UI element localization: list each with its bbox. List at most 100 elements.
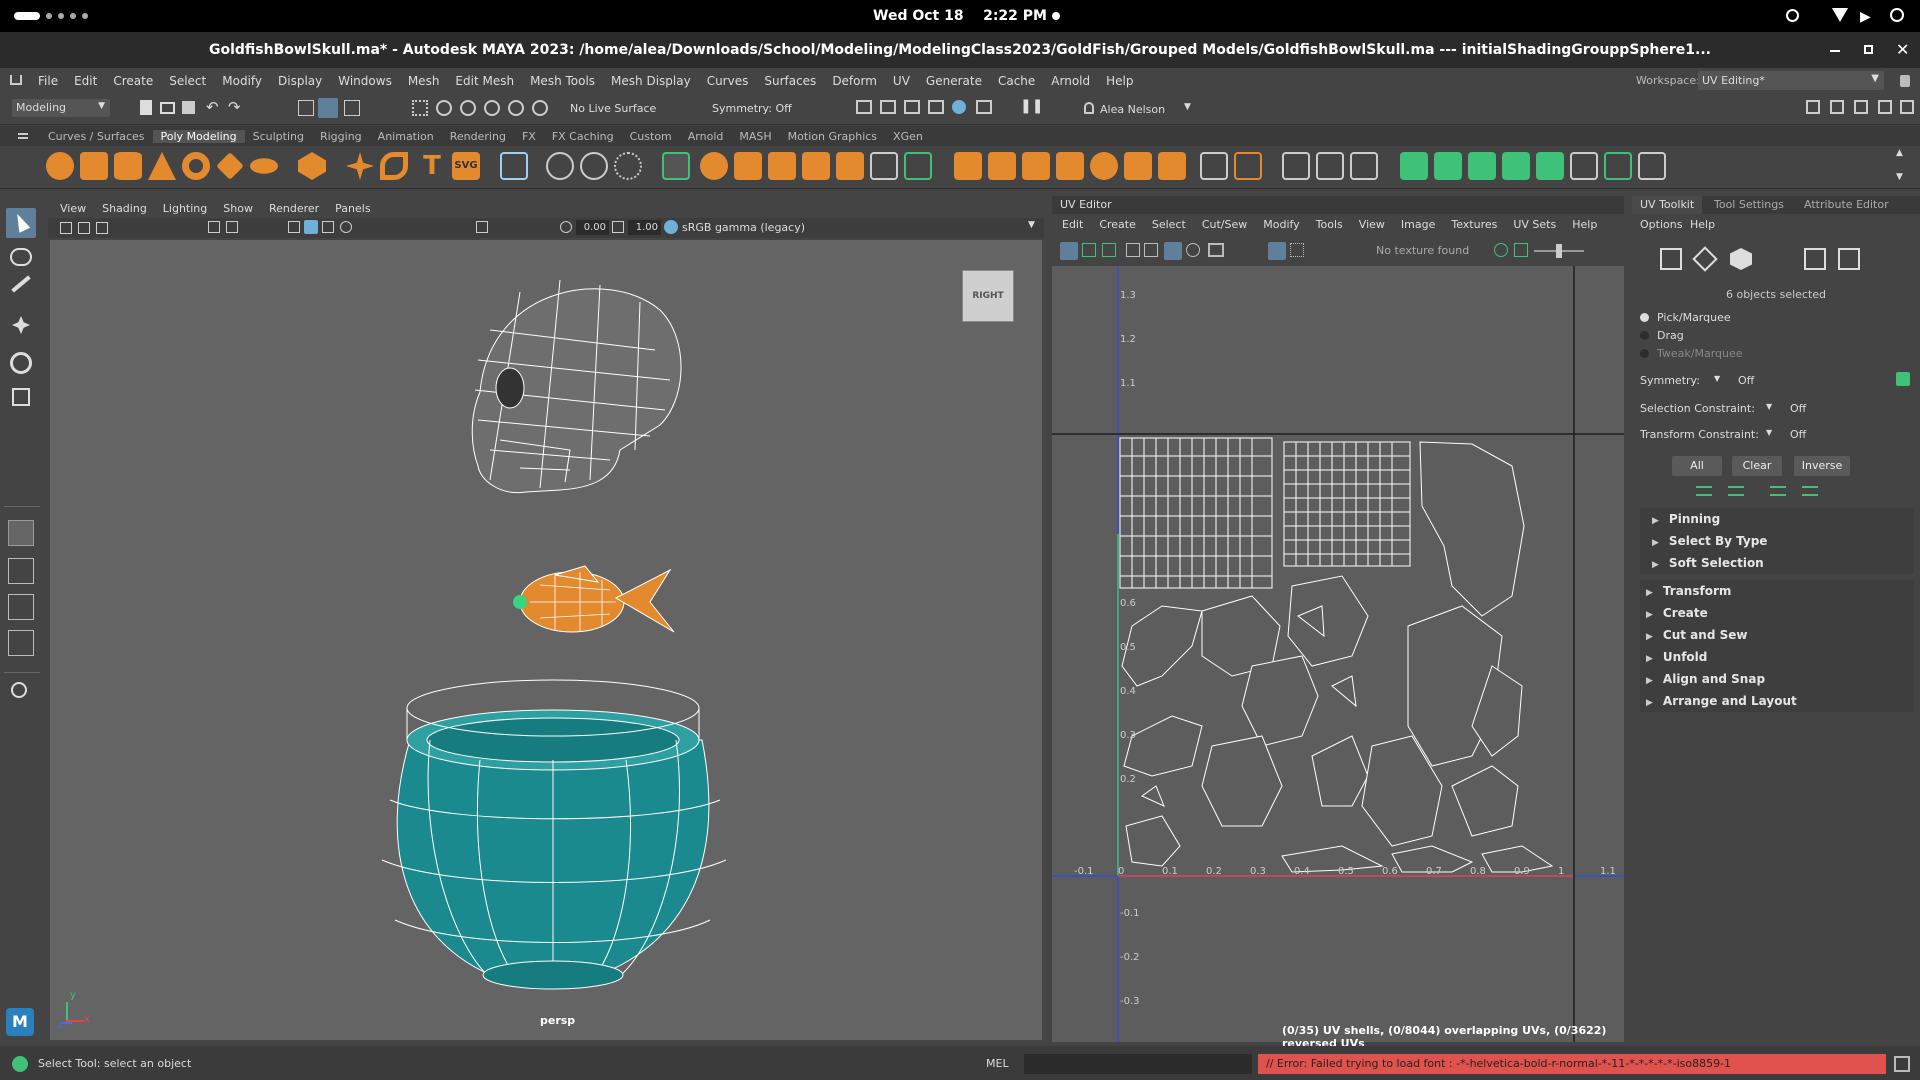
clear-selection-button[interactable]: Clear: [1732, 456, 1782, 476]
arnold-render-icon[interactable]: [976, 100, 992, 114]
paint-icon[interactable]: [1282, 152, 1310, 180]
radio-drag[interactable]: Drag: [1632, 326, 1920, 344]
select-component-icon[interactable]: [344, 100, 360, 116]
snap-curve-icon[interactable]: [436, 100, 452, 116]
quadrangulate-icon[interactable]: [1468, 152, 1496, 180]
render-sequence-icon[interactable]: [880, 100, 896, 114]
vp-menu-lighting[interactable]: Lighting: [155, 202, 215, 215]
modeling-toolkit-icon[interactable]: [1806, 100, 1820, 114]
shelf-tab-arnold[interactable]: Arnold: [680, 130, 732, 143]
menu-help[interactable]: Help: [1098, 74, 1141, 88]
grid-toggle-icon[interactable]: [208, 221, 220, 233]
vp-menu-shading[interactable]: Shading: [94, 202, 155, 215]
section-cut-and-sew[interactable]: Cut and Sew: [1640, 624, 1914, 646]
shelf-tab-rendering[interactable]: Rendering: [442, 130, 514, 143]
radio-pick-marquee[interactable]: Pick/Marquee: [1632, 308, 1920, 326]
slide-edge-icon[interactable]: [1350, 152, 1378, 180]
retopologize-icon[interactable]: [1536, 152, 1564, 180]
menu-mesh-display[interactable]: Mesh Display: [603, 74, 699, 88]
uv-menu-help[interactable]: Help: [1564, 218, 1605, 231]
bevel-icon[interactable]: [802, 152, 830, 180]
new-scene-icon[interactable]: [140, 100, 152, 115]
snap-surface-icon[interactable]: [508, 100, 524, 116]
vp-menu-show[interactable]: Show: [215, 202, 261, 215]
viewport-persp[interactable]: RIGHT persp y z x: [50, 240, 1042, 1040]
tab-attribute-editor[interactable]: Attribute Editor: [1804, 196, 1889, 214]
uv-menu-modify[interactable]: Modify: [1255, 218, 1307, 231]
quad-draw-icon[interactable]: [1234, 152, 1262, 180]
layer-editor-icon[interactable]: [1900, 100, 1914, 114]
menu-create[interactable]: Create: [105, 74, 161, 88]
gamma-field[interactable]: 1.00: [628, 220, 661, 235]
uv-brightness-slider[interactable]: [1534, 244, 1584, 258]
menu-display[interactable]: Display: [270, 74, 330, 88]
tool-settings-icon[interactable]: [1854, 100, 1868, 114]
shelf-tab-custom[interactable]: Custom: [622, 130, 680, 143]
uv-snapshot-icon[interactable]: [1208, 243, 1224, 257]
poly-disc-icon[interactable]: [250, 158, 278, 174]
script-editor-icon[interactable]: [1894, 1056, 1910, 1072]
paint-select-tool-icon[interactable]: [11, 275, 31, 293]
merge-icon[interactable]: [1158, 152, 1186, 180]
sculpt-icon[interactable]: [1316, 152, 1344, 180]
uv-slider-handle[interactable]: [1556, 244, 1562, 258]
uv-menu-view[interactable]: View: [1351, 218, 1393, 231]
volume-icon[interactable]: ▶: [1860, 9, 1871, 25]
render-settings-icon[interactable]: [928, 100, 944, 114]
uv-shell-select-icon[interactable]: [1804, 248, 1826, 270]
uv-menu-edit[interactable]: Edit: [1054, 218, 1091, 231]
menu-generate[interactable]: Generate: [918, 74, 990, 88]
vp-menu-view[interactable]: View: [52, 202, 94, 215]
selection-constraint-value[interactable]: Off: [1790, 402, 1806, 415]
bridge-icon[interactable]: [700, 152, 728, 180]
chevron-down-icon[interactable]: ▼: [1028, 220, 1035, 230]
poly-sphere-icon[interactable]: [46, 152, 74, 180]
rotate-tool-icon[interactable]: [10, 352, 32, 374]
cleanup-icon[interactable]: [1400, 152, 1428, 180]
shelf-tab-curves-surfaces[interactable]: Curves / Surfaces: [40, 130, 153, 143]
command-input[interactable]: [1024, 1054, 1252, 1074]
append-icon[interactable]: [836, 152, 864, 180]
shrink-selection-icon[interactable]: [1728, 486, 1744, 496]
fill-hole-icon[interactable]: [734, 152, 762, 180]
select-edge-ring-icon[interactable]: [1802, 486, 1818, 496]
film-gate-icon[interactable]: [226, 221, 238, 233]
uv-menu-cut-sew[interactable]: Cut/Sew: [1194, 218, 1255, 231]
poke-icon[interactable]: [1022, 152, 1050, 180]
snap-point-icon[interactable]: [460, 100, 476, 116]
layout-two-view-icon[interactable]: [8, 594, 34, 620]
viewcube[interactable]: RIGHT: [962, 270, 1014, 322]
separate-icon[interactable]: [580, 152, 608, 180]
extrude-icon[interactable]: [768, 152, 796, 180]
menu-windows[interactable]: Windows: [330, 74, 400, 88]
skull-model[interactable]: [471, 279, 682, 494]
uv-gamma-icon[interactable]: [1514, 243, 1528, 257]
isolate-select-icon[interactable]: [476, 221, 488, 233]
shelf-tab-rigging[interactable]: Rigging: [312, 130, 370, 143]
snap-view-icon[interactable]: [484, 100, 500, 116]
menu-file[interactable]: File: [30, 74, 66, 88]
home-icon[interactable]: [10, 75, 22, 85]
smooth-shade-icon[interactable]: [304, 220, 318, 234]
shelf-scroll-up-icon[interactable]: ▲: [1896, 148, 1903, 158]
hypershade-icon[interactable]: [952, 100, 966, 114]
uv-component-icon[interactable]: [1660, 248, 1682, 270]
menu-curves[interactable]: Curves: [699, 74, 757, 88]
section-arrange-and-layout[interactable]: Arrange and Layout: [1640, 690, 1914, 712]
minimize-icon[interactable]: [1830, 50, 1840, 52]
snap-together-icon[interactable]: [8, 520, 34, 546]
svg-icon[interactable]: SVG: [452, 152, 480, 180]
shelf-tab-poly-modeling[interactable]: Poly Modeling: [152, 129, 245, 143]
poly-cylinder-icon[interactable]: [114, 152, 142, 180]
wireframe-icon[interactable]: [288, 221, 300, 233]
goldfish-model[interactable]: [513, 565, 675, 633]
uv-menu-select[interactable]: Select: [1144, 218, 1194, 231]
shelf-tab-animation[interactable]: Animation: [370, 130, 442, 143]
section-unfold[interactable]: Unfold: [1640, 646, 1914, 668]
triangulate-icon[interactable]: [1434, 152, 1462, 180]
collapse-icon[interactable]: [1124, 152, 1152, 180]
uv-menu-textures[interactable]: Textures: [1443, 218, 1505, 231]
script-language-toggle[interactable]: MEL: [986, 1057, 1009, 1070]
section-align-and-snap[interactable]: Align and Snap: [1640, 668, 1914, 690]
shelf-tab-motion-graphics[interactable]: Motion Graphics: [780, 130, 885, 143]
